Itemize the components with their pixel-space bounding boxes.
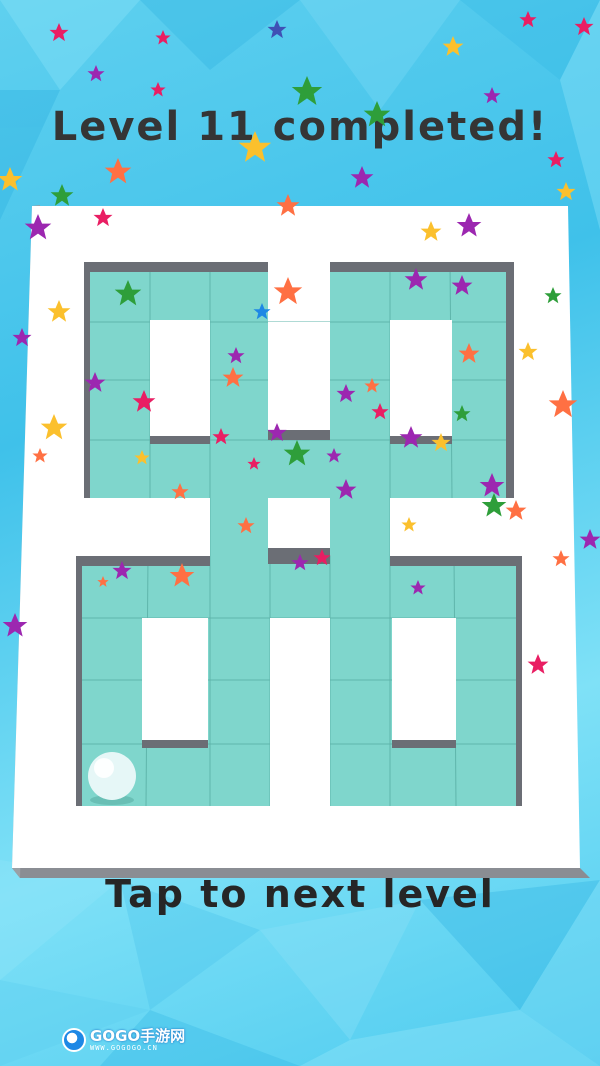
watermark-url: WWW.GOGOGO.CN	[90, 1043, 158, 1052]
floor-upper-mid	[268, 440, 330, 498]
ball-icon[interactable]	[88, 752, 136, 805]
watermark-brand: GOGO手游网	[90, 1026, 186, 1045]
tap-to-next-level-button[interactable]: Tap to next level	[0, 872, 600, 916]
gogo-logo-icon	[62, 1028, 86, 1052]
watermark: GOGO手游网 WWW.GOGOGO.CN	[62, 1027, 185, 1053]
